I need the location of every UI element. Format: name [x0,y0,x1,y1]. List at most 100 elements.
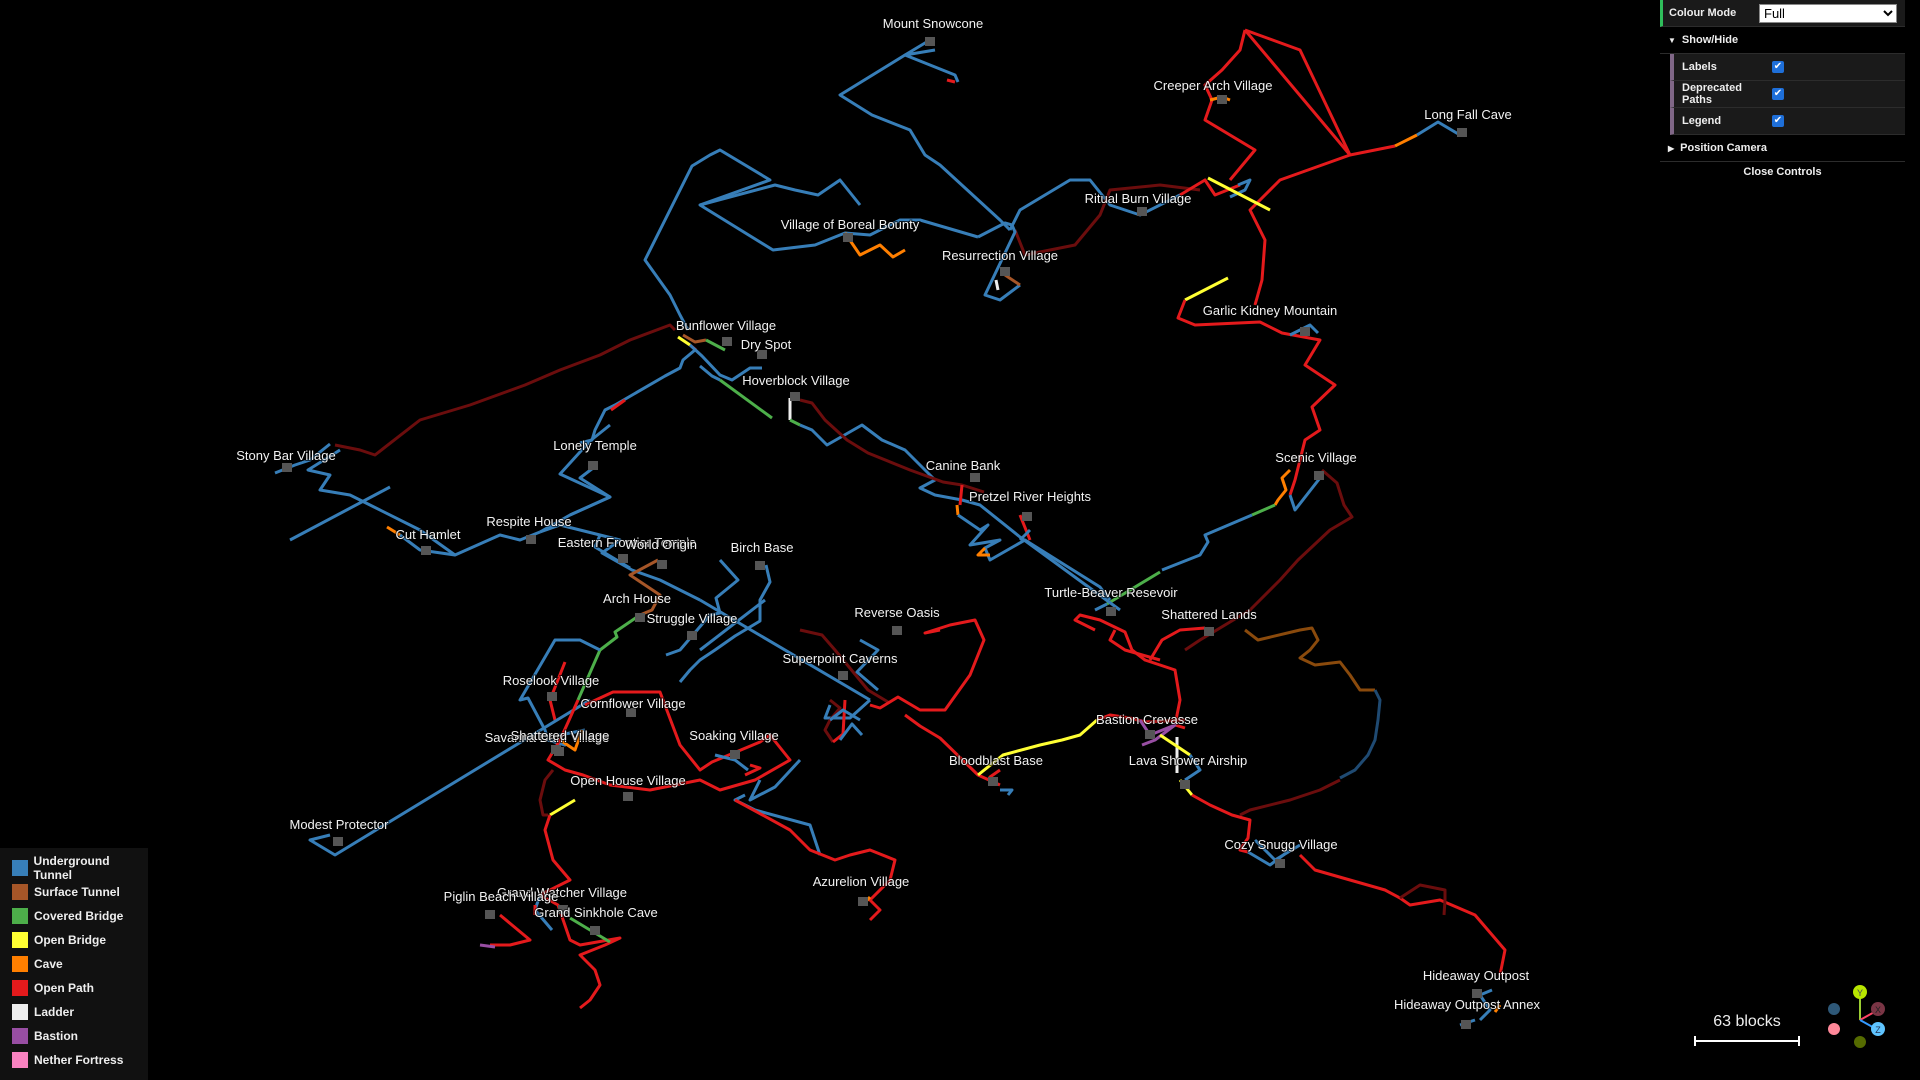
location-label[interactable]: Cut Hamlet [394,526,461,543]
location-marker[interactable] [333,837,343,846]
location-marker[interactable] [1106,607,1116,616]
route-segment[interactable] [1184,276,1229,302]
location-marker[interactable] [421,546,431,555]
route-segment[interactable] [1004,273,1021,287]
location-label[interactable]: Canine Bank [925,457,1002,474]
route-segment[interactable] [1148,626,1206,661]
location-label[interactable]: Hideaway Outpost Annex [1393,996,1541,1013]
route-segment[interactable] [838,53,1012,232]
route-segment[interactable] [946,78,956,84]
location-label[interactable]: Scenic Village [1274,449,1357,466]
axis-gizmo[interactable]: Y X Z [1820,980,1900,1060]
location-marker[interactable] [485,910,495,919]
location-label[interactable]: Long Fall Cave [1423,106,1512,123]
route-segment[interactable] [1184,468,1354,652]
location-marker[interactable] [1180,780,1190,789]
route-segment[interactable] [955,504,960,516]
toggle-legend[interactable]: Legend ✔ [1670,108,1905,135]
location-label[interactable]: World Origin [624,536,698,553]
location-label[interactable]: Modest Protector [289,816,391,833]
location-marker[interactable] [1137,207,1147,216]
location-label[interactable]: Struggle Village [646,610,739,627]
location-label[interactable]: Lonely Temple [552,437,638,454]
location-marker[interactable] [588,461,598,470]
route-segment[interactable] [548,661,567,721]
location-marker[interactable] [1461,1020,1471,1029]
location-label[interactable]: Piglin Beach Village [443,888,560,905]
route-segment[interactable] [994,279,1000,291]
route-segment[interactable] [1244,626,1375,692]
neg-y-axis-handle[interactable] [1854,1036,1866,1048]
location-label[interactable]: Hoverblock Village [741,372,850,389]
location-label[interactable]: Hideaway Outpost [1422,967,1531,984]
location-marker[interactable] [843,233,853,242]
location-label[interactable]: Mount Snowcone [882,15,984,32]
route-segment[interactable] [1244,28,1352,306]
location-marker[interactable] [1000,267,1010,276]
location-label[interactable]: Lava Shower Airship [1128,752,1249,769]
location-label[interactable]: Soaking Village [688,727,779,744]
route-segment[interactable] [1251,503,1276,517]
location-label[interactable]: Azurelion Village [812,873,911,890]
location-marker[interactable] [838,671,848,680]
close-controls-button[interactable]: Close Controls [1660,162,1905,182]
location-marker[interactable] [1300,327,1310,336]
location-marker[interactable] [635,613,645,622]
route-segment[interactable] [789,418,801,427]
location-label[interactable]: Creeper Arch Village [1153,77,1274,94]
route-segment[interactable] [1000,788,1014,796]
location-marker[interactable] [590,926,600,935]
route-segment[interactable] [334,323,677,457]
route-segment[interactable] [1416,120,1461,137]
deprecated-paths-checkbox[interactable]: ✔ [1772,88,1784,100]
location-marker[interactable] [988,777,998,786]
colour-mode-select[interactable]: Full [1759,3,1897,23]
location-label[interactable]: Roselook Village [502,672,601,689]
location-marker[interactable] [1145,730,1155,739]
location-label[interactable]: Grand Sinkhole Cave [533,904,659,921]
location-label[interactable]: Village of Boreal Bounty [780,216,921,233]
route-segment[interactable] [579,348,696,445]
route-segment[interactable] [538,769,555,817]
route-segment[interactable] [1159,733,1191,757]
location-label[interactable]: Superpoint Caverns [782,650,899,667]
location-label[interactable]: Turtle-Beaver Resevoir [1043,584,1179,601]
location-label[interactable]: Ritual Burn Village [1084,190,1193,207]
location-marker[interactable] [730,750,740,759]
route-segment[interactable] [289,485,391,542]
location-label[interactable]: Shattered Lands [1160,606,1258,623]
position-camera-folder[interactable]: ▶ Position Camera [1660,135,1905,162]
location-label[interactable]: Birch Base [730,539,795,556]
location-marker[interactable] [722,337,732,346]
route-segment[interactable] [1298,853,1507,976]
location-marker[interactable] [755,561,765,570]
route-segment[interactable] [958,484,964,506]
location-label[interactable]: Open House Village [569,772,686,789]
route-segment[interactable] [1176,299,1337,496]
route-segment[interactable] [734,798,897,922]
location-marker[interactable] [547,692,557,701]
location-marker[interactable] [526,535,536,544]
route-segment[interactable] [1239,778,1341,817]
neg-x-axis-handle[interactable] [1828,1023,1840,1035]
route-segment[interactable] [823,698,842,743]
location-marker[interactable] [282,463,292,472]
location-label[interactable]: Stony Bar Village [235,447,337,464]
location-label[interactable]: Resurrection Village [941,247,1059,264]
location-label[interactable]: Garlic Kidney Mountain [1202,302,1338,319]
location-label[interactable]: Cornflower Village [579,695,686,712]
route-segment[interactable] [643,148,772,331]
location-marker[interactable] [1275,859,1285,868]
route-segment[interactable] [490,913,532,947]
location-marker[interactable] [790,392,800,401]
location-marker[interactable] [551,745,561,754]
location-label[interactable]: Pretzel River Heights [968,488,1093,505]
location-marker[interactable] [970,473,980,482]
location-marker[interactable] [1022,512,1032,521]
route-segment[interactable] [1094,602,1108,612]
location-marker[interactable] [892,626,902,635]
route-segment[interactable] [1161,513,1253,572]
location-label[interactable]: Reverse Oasis [853,604,941,621]
location-marker[interactable] [618,554,628,563]
route-segment[interactable] [479,943,496,949]
